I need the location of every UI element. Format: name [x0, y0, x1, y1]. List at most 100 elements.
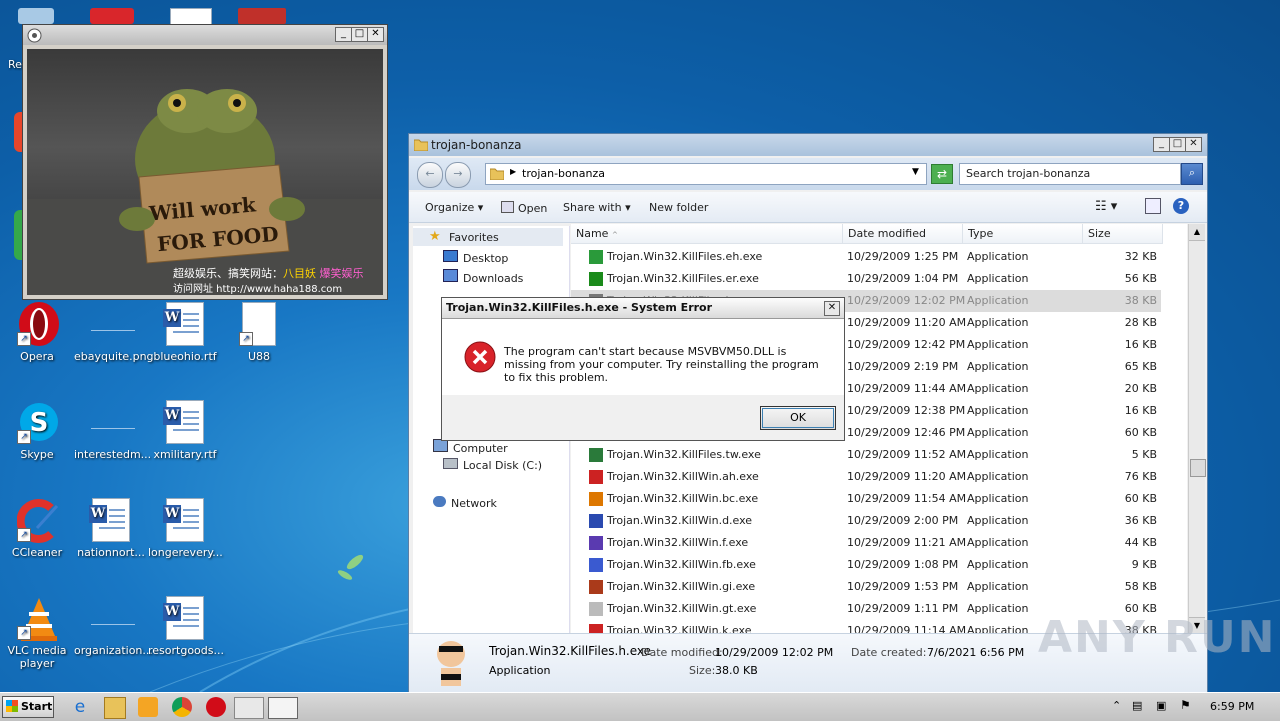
nav-computer[interactable]: Computer	[433, 439, 508, 455]
file-row[interactable]: Trojan.Win32.KillWin.ah.exe 10/29/2009 11…	[571, 466, 1161, 488]
maximize-button[interactable]: □	[1169, 137, 1186, 152]
viewer-titlebar[interactable]: _ □ ✕	[23, 25, 387, 45]
maximize-button[interactable]: □	[351, 27, 368, 42]
file-size: 16 KB	[1124, 338, 1157, 351]
file-type: Application	[967, 404, 1029, 417]
desktop-icon-resortgoods[interactable]: W resortgoods...	[148, 596, 224, 657]
clock[interactable]: 6:59 PM	[1210, 700, 1254, 713]
viewer-taskbar-button[interactable]	[234, 697, 264, 719]
nav-label: Computer	[453, 442, 508, 455]
taskbar: Start e ⌃ ▤ ▣ ⚑ 6:59 PM	[0, 692, 1280, 721]
file-name: Trojan.Win32.KillWin.gt.exe	[607, 602, 757, 615]
file-type: Application	[967, 272, 1029, 285]
column-header-date[interactable]: Date modified	[843, 224, 963, 244]
file-date: 10/29/2009 2:00 PM	[847, 514, 959, 527]
explorer-taskbar-icon[interactable]	[104, 697, 126, 719]
organize-button[interactable]: Organize ▾	[425, 201, 483, 214]
address-bar[interactable]: ▶ trojan-bonanza ▼	[485, 163, 927, 185]
recycle-bin-icon[interactable]	[18, 8, 54, 24]
opera-taskbar-icon[interactable]	[206, 697, 226, 717]
file-date: 10/29/2009 1:11 PM	[847, 602, 959, 615]
desktop-icon-ccleaner[interactable]: ↗ CCleaner	[0, 498, 74, 559]
flag-tray-icon[interactable]: ⚑	[1180, 698, 1191, 712]
media-player-icon[interactable]	[138, 697, 158, 717]
share-with-button[interactable]: Share with ▾	[563, 201, 631, 214]
nav-local-disk[interactable]: Local Disk (C:)	[443, 458, 542, 472]
dropdown-arrow-icon[interactable]: ▼	[912, 167, 919, 177]
back-button[interactable]: ←	[417, 162, 443, 188]
desktop-icon-vlc[interactable]: ↗ VLC media player	[0, 596, 74, 670]
file-date: 10/29/2009 11:44 AM	[847, 382, 967, 395]
open-button[interactable]: Open	[501, 201, 547, 215]
application-icon	[589, 272, 603, 286]
system-error-dialog[interactable]: Trojan.Win32.KillFiles.h.exe - System Er…	[441, 297, 845, 441]
scroll-up-button[interactable]: ▲	[1189, 224, 1205, 241]
file-date: 10/29/2009 12:46 PM	[847, 426, 966, 439]
desktop-icon-xmilitary[interactable]: W xmilitary.rtf	[148, 400, 222, 461]
minimize-button[interactable]: _	[335, 27, 352, 42]
nav-favorites[interactable]: ★ Favorites	[413, 228, 563, 246]
network-tray-icon[interactable]: ▤	[1132, 699, 1142, 712]
desktop-icon-ebayquite[interactable]: ebayquite.png	[74, 302, 154, 363]
desktop-icon-opera[interactable]: ↗ Opera	[0, 302, 74, 363]
start-button[interactable]: Start	[2, 696, 54, 718]
dialog-close-button[interactable]: ✕	[824, 301, 840, 316]
file-size: 16 KB	[1124, 404, 1157, 417]
file-type: Application	[967, 470, 1029, 483]
column-header-size[interactable]: Size	[1083, 224, 1163, 244]
desktop-icon-nationnort[interactable]: W nationnort...	[74, 498, 148, 559]
app-icon[interactable]	[90, 8, 134, 24]
refresh-button[interactable]: ⇄	[931, 164, 953, 184]
desktop-icon-blueohio[interactable]: W blueohio.rtf	[148, 302, 222, 363]
tray-expand-icon[interactable]: ⌃	[1112, 699, 1121, 712]
minimize-button[interactable]: _	[1153, 137, 1170, 152]
help-icon[interactable]: ?	[1173, 198, 1189, 214]
forward-button[interactable]: →	[445, 162, 471, 188]
preview-pane-icon[interactable]	[1145, 198, 1161, 214]
file-type: Application	[967, 250, 1029, 263]
search-field[interactable]: Search trojan-bonanza	[959, 163, 1181, 185]
monitor-tray-icon[interactable]: ▣	[1156, 699, 1166, 712]
column-header-name[interactable]: Name ^	[571, 224, 843, 244]
file-row[interactable]: Trojan.Win32.KillFiles.er.exe 10/29/2009 …	[571, 268, 1161, 290]
file-row[interactable]: Trojan.Win32.KillWin.gi.exe 10/29/2009 1:…	[571, 576, 1161, 598]
dialog-titlebar[interactable]: Trojan.Win32.KillFiles.h.exe - System Er…	[442, 298, 844, 319]
breadcrumb[interactable]: trojan-bonanza	[522, 167, 605, 180]
file-date: 10/29/2009 11:21 AM	[847, 536, 967, 549]
nav-downloads[interactable]: Downloads	[443, 269, 523, 285]
desktop-icon-u88[interactable]: ↗ U88	[222, 302, 296, 363]
new-folder-button[interactable]: New folder	[649, 201, 708, 214]
image-viewer-window[interactable]: _ □ ✕ Will work FOR FOOD 超级娱乐、搞笑网站：八目妖 爆…	[22, 24, 388, 300]
column-header-type[interactable]: Type	[963, 224, 1083, 244]
file-row[interactable]: Trojan.Win32.KillWin.f.exe 10/29/2009 11:…	[571, 532, 1161, 554]
app-icon[interactable]	[238, 8, 286, 24]
file-row[interactable]: Trojan.Win32.KillFiles.eh.exe 10/29/2009 …	[571, 246, 1161, 268]
desktop-icon-organization[interactable]: organization...	[74, 596, 153, 657]
close-button[interactable]: ✕	[367, 27, 384, 42]
chrome-icon[interactable]	[172, 697, 192, 717]
icon-label: U88	[247, 350, 271, 363]
file-row[interactable]: Trojan.Win32.KillWin.bc.exe 10/29/2009 11…	[571, 488, 1161, 510]
file-size: 32 KB	[1124, 250, 1157, 263]
desktop-icon-interestedm[interactable]: interestedm...	[74, 400, 151, 461]
close-button[interactable]: ✕	[1185, 137, 1202, 152]
vertical-scrollbar[interactable]: ▲ ▼	[1188, 224, 1206, 634]
explorer-titlebar[interactable]: trojan-bonanza _ □ ✕	[409, 134, 1207, 156]
scroll-thumb[interactable]	[1190, 459, 1206, 477]
view-options-icon[interactable]: ☷ ▾	[1095, 199, 1117, 214]
desktop-icon-skype[interactable]: S ↗ Skype	[0, 400, 74, 461]
file-row[interactable]: Trojan.Win32.KillWin.fb.exe 10/29/2009 1:…	[571, 554, 1161, 576]
explorer-taskbar-button[interactable]	[268, 697, 298, 719]
file-row[interactable]: Trojan.Win32.KillFiles.tw.exe 10/29/2009 …	[571, 444, 1161, 466]
file-row[interactable]: Trojan.Win32.KillWin.d.exe 10/29/2009 2:0…	[571, 510, 1161, 532]
nav-network[interactable]: Network	[433, 496, 497, 510]
ie-icon[interactable]: e	[70, 697, 90, 717]
file-type: Application	[967, 514, 1029, 527]
nav-desktop[interactable]: Desktop	[443, 250, 508, 265]
search-icon[interactable]: ⌕	[1181, 163, 1203, 185]
anyrun-watermark: ANY RUN	[1038, 612, 1277, 663]
file-size: 20 KB	[1124, 382, 1157, 395]
ok-button[interactable]: OK	[760, 406, 836, 430]
desktop-icon-longerevery[interactable]: W longerevery...	[148, 498, 223, 559]
image-file-icon	[91, 302, 135, 331]
